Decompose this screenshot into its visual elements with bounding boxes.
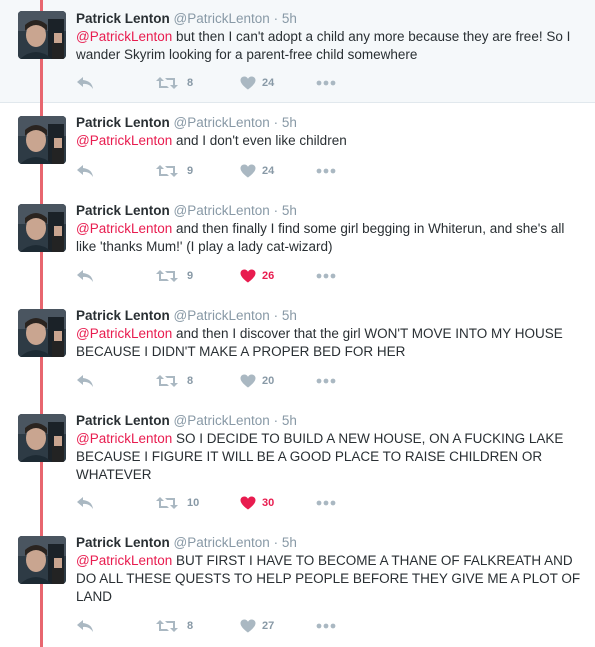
heart-icon[interactable] [240,73,256,93]
mention-link[interactable]: @PatrickLenton [76,326,172,341]
reply-icon[interactable] [76,616,94,636]
tweet-text: @PatrickLenton and I don't even like chi… [76,132,583,150]
separator-dot: · [273,535,279,550]
more-dots-icon[interactable] [316,73,336,93]
retweet-icon[interactable] [156,73,178,93]
tweet[interactable]: Patrick Lenton @PatrickLenton · 5h @Patr… [0,297,595,402]
more-dots-icon[interactable] [316,616,336,636]
author-name[interactable]: Patrick Lenton [76,11,170,26]
heart-icon[interactable] [240,493,256,513]
retweet-count: 8 [187,620,194,632]
like-count: 26 [262,270,275,282]
timestamp[interactable]: 5h [282,308,297,323]
mention-link[interactable]: @PatrickLenton [76,431,172,446]
like-count: 27 [262,620,275,632]
retweet-icon[interactable] [156,371,178,391]
reply-icon[interactable] [76,371,94,391]
avatar[interactable] [18,116,66,164]
separator-dot: · [273,413,279,428]
author-name[interactable]: Patrick Lenton [76,115,170,130]
tweet[interactable]: Patrick Lenton @PatrickLenton · 5h @Patr… [0,192,595,297]
retweet-icon[interactable] [156,493,178,513]
heart-icon[interactable] [240,161,256,181]
reply-icon[interactable] [76,73,94,93]
reply-icon[interactable] [76,266,94,286]
retweet-count: 8 [187,375,194,387]
retweet-count: 10 [187,497,200,509]
more-dots-icon[interactable] [316,371,336,391]
more-dots-icon[interactable] [316,493,336,513]
tweet-text: @PatrickLenton but then I can't adopt a … [76,28,583,64]
more-dots-icon[interactable] [316,266,336,286]
timestamp[interactable]: 5h [282,115,297,130]
tweet[interactable]: Patrick Lenton @PatrickLenton · 5h @Patr… [0,104,595,192]
heart-icon[interactable] [240,616,256,636]
tweet[interactable]: Patrick Lenton @PatrickLenton · 5h @Patr… [0,0,595,103]
heart-icon[interactable] [240,371,256,391]
tweet-text-body: and I don't even like children [172,133,347,148]
retweet-count: 8 [187,77,194,89]
mention-link[interactable]: @PatrickLenton [76,29,172,44]
author-handle[interactable]: @PatrickLenton [174,535,270,550]
timestamp[interactable]: 5h [282,203,297,218]
tweet-text: @PatrickLenton and then finally I find s… [76,220,583,256]
avatar[interactable] [18,309,66,357]
tweet-text: @PatrickLenton and then I discover that … [76,325,583,361]
reply-icon[interactable] [76,161,94,181]
retweet-icon[interactable] [156,161,178,181]
author-handle[interactable]: @PatrickLenton [174,203,270,218]
like-count: 20 [262,375,275,387]
mention-link[interactable]: @PatrickLenton [76,133,172,148]
separator-dot: · [273,203,279,218]
author-name[interactable]: Patrick Lenton [76,308,170,323]
timestamp[interactable]: 5h [282,413,297,428]
like-count: 24 [262,165,275,177]
avatar[interactable] [18,204,66,252]
retweet-count: 9 [187,165,194,177]
author-handle[interactable]: @PatrickLenton [174,115,270,130]
timestamp[interactable]: 5h [282,535,297,550]
heart-icon[interactable] [240,266,256,286]
author-name[interactable]: Patrick Lenton [76,535,170,550]
mention-link[interactable]: @PatrickLenton [76,553,172,568]
author-name[interactable]: Patrick Lenton [76,203,170,218]
separator-dot: · [273,308,279,323]
retweet-count: 9 [187,270,194,282]
separator-dot: · [273,11,279,26]
mention-link[interactable]: @PatrickLenton [76,221,172,236]
tweet[interactable]: Patrick Lenton @PatrickLenton · 5h @Patr… [0,524,595,647]
author-handle[interactable]: @PatrickLenton [174,11,270,26]
avatar[interactable] [18,536,66,584]
author-handle[interactable]: @PatrickLenton [174,413,270,428]
tweet[interactable]: Patrick Lenton @PatrickLenton · 5h @Patr… [0,402,595,524]
tweet-text: @PatrickLenton SO I DECIDE TO BUILD A NE… [76,430,583,484]
avatar[interactable] [18,414,66,462]
more-dots-icon[interactable] [316,161,336,181]
reply-icon[interactable] [76,493,94,513]
author-handle[interactable]: @PatrickLenton [174,308,270,323]
separator-dot: · [273,115,279,130]
like-count: 30 [262,497,275,509]
timestamp[interactable]: 5h [282,11,297,26]
avatar[interactable] [18,11,66,59]
like-count: 24 [262,77,275,89]
retweet-icon[interactable] [156,616,178,636]
author-name[interactable]: Patrick Lenton [76,413,170,428]
retweet-icon[interactable] [156,266,178,286]
tweet-text: @PatrickLenton BUT FIRST I HAVE TO BECOM… [76,552,583,606]
